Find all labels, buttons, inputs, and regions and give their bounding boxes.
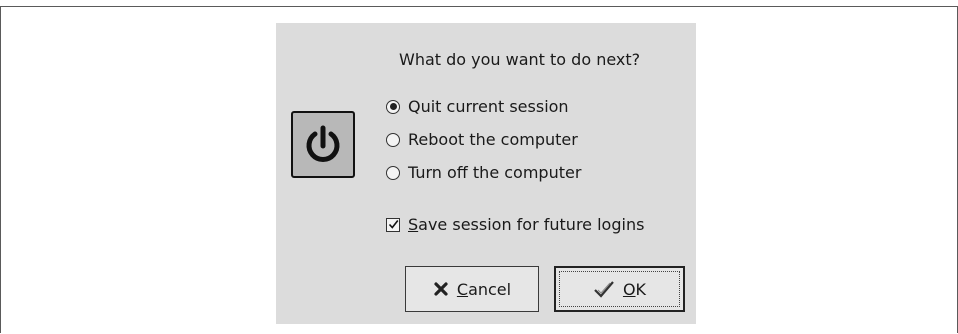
radio-button-icon[interactable] [386, 99, 400, 114]
save-session-checkbox[interactable]: Save session for future logins [386, 215, 644, 234]
radio-turn-off[interactable]: Turn off the computer [386, 163, 581, 182]
logout-dialog: What do you want to do next? Quit curren… [276, 23, 696, 324]
power-icon [291, 111, 355, 178]
checkbox-checked-icon[interactable] [386, 217, 400, 232]
radio-label: Turn off the computer [408, 163, 582, 182]
radio-button-icon[interactable] [386, 132, 400, 147]
dialog-prompt: What do you want to do next? [399, 50, 641, 69]
radio-label: Reboot the computer [408, 130, 578, 149]
cancel-button[interactable]: Cancel [405, 266, 539, 312]
checkbox-label: Save session for future logins [408, 215, 645, 234]
cancel-label: Cancel [456, 279, 512, 299]
radio-label: Quit current session [408, 97, 569, 116]
radio-button-icon[interactable] [386, 165, 400, 180]
cancel-x-icon [433, 281, 449, 297]
radio-quit-session[interactable]: Quit current session [386, 97, 569, 116]
ok-button[interactable]: OK [554, 266, 685, 312]
radio-reboot[interactable]: Reboot the computer [386, 130, 578, 149]
focus-ring [559, 271, 680, 307]
